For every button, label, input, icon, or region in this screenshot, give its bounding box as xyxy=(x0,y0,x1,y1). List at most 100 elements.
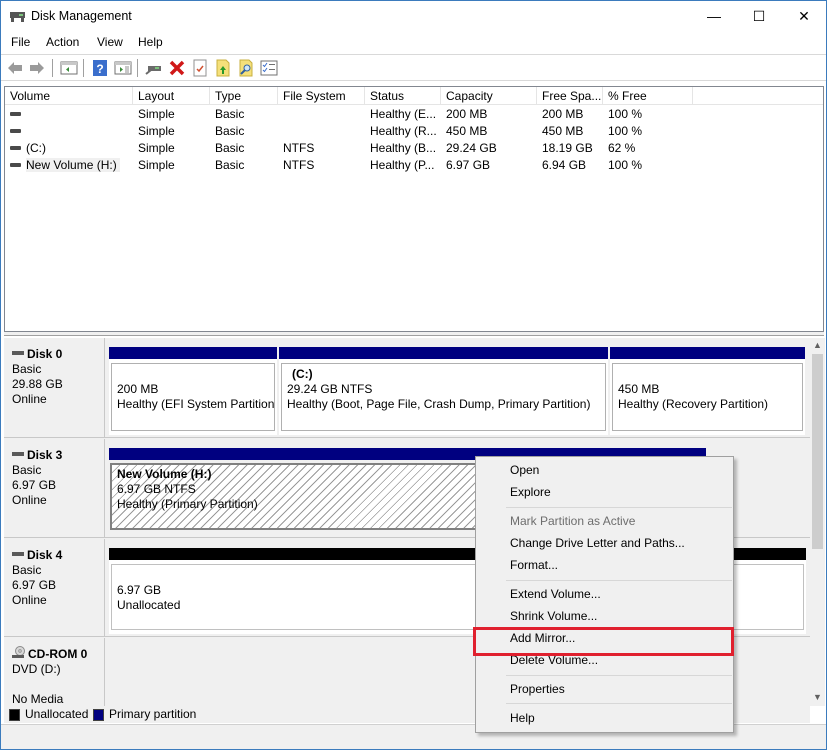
volume-file-system xyxy=(278,123,365,140)
menu-item-shrink-volume[interactable]: Shrink Volume... xyxy=(478,605,731,627)
volume-row[interactable]: Simple Basic Healthy (E... 200 MB 200 MB… xyxy=(5,106,823,123)
volume-percent-free: 100 % xyxy=(608,107,643,121)
menu-bar: File Action View Help xyxy=(1,32,826,53)
legend-label-unallocated: Unallocated xyxy=(25,707,89,721)
partition-status: Healthy (Boot, Page File, Crash Dump, Pr… xyxy=(287,397,591,411)
menu-item-change-drive-letter[interactable]: Change Drive Letter and Paths... xyxy=(478,532,731,554)
column-header-layout[interactable]: Layout xyxy=(133,87,210,105)
menu-item-explore[interactable]: Explore xyxy=(478,481,731,503)
menu-file[interactable]: File xyxy=(11,35,30,49)
disk-state: Online xyxy=(12,493,47,507)
column-header-type[interactable]: Type xyxy=(210,87,278,105)
volume-icon xyxy=(10,162,21,167)
partition-efi[interactable]: 200 MB Healthy (EFI System Partition) xyxy=(109,347,277,435)
menu-view[interactable]: View xyxy=(97,35,123,49)
scrollbar-thumb[interactable] xyxy=(812,354,823,549)
volume-status: Healthy (B... xyxy=(370,141,437,155)
maximize-button[interactable]: ☐ xyxy=(736,1,782,32)
volume-list: Volume Layout Type File System Status Ca… xyxy=(4,86,824,332)
help-icon[interactable]: ? xyxy=(91,59,109,77)
column-header-capacity[interactable]: Capacity xyxy=(441,87,537,105)
pane-splitter[interactable] xyxy=(4,332,824,336)
context-menu: Open Explore Mark Partition as Active Ch… xyxy=(475,456,734,733)
forward-icon[interactable] xyxy=(28,59,46,77)
search-icon[interactable] xyxy=(237,59,255,77)
column-header-empty xyxy=(693,87,823,105)
disk-size: 6.97 GB xyxy=(12,478,57,492)
connect-icon[interactable] xyxy=(145,59,163,77)
volume-free-space: 6.94 GB xyxy=(542,158,587,172)
disk-row-disk-0: Disk 0 Basic 29.88 GB Online 200 MB Heal… xyxy=(4,338,810,438)
menu-help[interactable]: Help xyxy=(138,35,163,49)
menu-item-mark-partition-active: Mark Partition as Active xyxy=(510,514,636,528)
disk-label[interactable]: Disk 0 Basic 29.88 GB Online xyxy=(4,338,105,437)
disk-icon xyxy=(12,452,24,457)
column-header-status[interactable]: Status xyxy=(365,87,441,105)
volume-percent-free: 100 % xyxy=(608,124,643,138)
scroll-up-arrow[interactable]: ▲ xyxy=(810,338,825,353)
disk-icon xyxy=(12,552,24,557)
menu-item-open[interactable]: Open xyxy=(478,459,731,481)
minimize-button[interactable]: — xyxy=(691,1,737,32)
disk-label[interactable]: CD-ROM 0 DVD (D:) No Media xyxy=(4,638,105,706)
menu-separator xyxy=(506,580,732,581)
volume-free-space: 18.19 GB xyxy=(542,141,593,155)
partition-status: Healthy (EFI System Partition) xyxy=(117,397,275,411)
volume-icon xyxy=(10,111,21,116)
show-hide-action-pane-icon[interactable] xyxy=(114,59,132,77)
volume-row[interactable]: New Volume (H:) Simple Basic NTFS Health… xyxy=(5,157,823,174)
close-button[interactable]: ✕ xyxy=(781,1,827,32)
volume-capacity: 450 MB xyxy=(446,124,488,138)
disk-label[interactable]: Disk 4 Basic 6.97 GB Online xyxy=(4,539,105,636)
volume-row[interactable]: Simple Basic Healthy (R... 450 MB 450 MB… xyxy=(5,123,823,140)
partition-recovery[interactable]: 450 MB Healthy (Recovery Partition) xyxy=(610,347,805,435)
disk-management-app-icon xyxy=(10,12,25,22)
scroll-down-arrow[interactable]: ▼ xyxy=(810,690,825,705)
properties-icon[interactable] xyxy=(191,59,209,77)
volume-percent-free: 62 % xyxy=(608,141,636,155)
volume-type: Basic xyxy=(215,107,245,121)
disk-state: No Media xyxy=(12,692,64,706)
volume-layout: Simple xyxy=(138,141,175,155)
column-header-file-system[interactable]: File System xyxy=(278,87,365,105)
menu-item-properties[interactable]: Properties xyxy=(478,678,731,700)
svg-text:?: ? xyxy=(96,62,103,76)
volume-file-system: NTFS xyxy=(283,141,315,155)
disk-pane-scrollbar[interactable]: ▲ ▼ xyxy=(810,338,825,706)
disk-label[interactable]: Disk 3 Basic 6.97 GB Online xyxy=(4,439,105,537)
cd-rom-icon xyxy=(12,646,25,659)
column-header-percent-free[interactable]: % Free xyxy=(603,87,693,105)
legend-swatch-unallocated xyxy=(9,709,20,721)
disk-name: Disk 0 xyxy=(27,347,63,361)
partition-status: Healthy (Recovery Partition) xyxy=(618,397,769,411)
menu-separator xyxy=(506,507,732,508)
volume-free-space: 200 MB xyxy=(542,107,584,121)
menu-action[interactable]: Action xyxy=(46,35,79,49)
checklist-icon[interactable] xyxy=(260,59,278,77)
disk-state: Online xyxy=(12,593,47,607)
partition-size: 29.24 GB NTFS xyxy=(287,382,373,396)
import-icon[interactable] xyxy=(214,59,232,77)
volume-type: Basic xyxy=(215,141,245,155)
menu-separator xyxy=(506,675,732,676)
partition-size: 450 MB xyxy=(618,382,660,396)
partition-size: 200 MB xyxy=(117,382,159,396)
volume-free-space: 450 MB xyxy=(542,124,584,138)
show-hide-console-tree-icon[interactable] xyxy=(60,59,78,77)
volume-row[interactable]: (C:) Simple Basic NTFS Healthy (B... 29.… xyxy=(5,140,823,157)
menu-item-format[interactable]: Format... xyxy=(478,554,731,576)
disk-state: Online xyxy=(12,392,47,406)
delete-icon[interactable] xyxy=(168,59,186,77)
disk-size: 29.88 GB xyxy=(12,377,63,391)
legend-label-primary-partition: Primary partition xyxy=(109,707,197,721)
menu-item-help[interactable]: Help xyxy=(478,707,731,729)
column-header-free-space[interactable]: Free Spa... xyxy=(537,87,603,105)
back-icon[interactable] xyxy=(6,59,24,77)
partition-c[interactable]: (C:) 29.24 GB NTFS Healthy (Boot, Page F… xyxy=(279,347,608,435)
menu-item-extend-volume[interactable]: Extend Volume... xyxy=(478,583,731,605)
volume-status: Healthy (P... xyxy=(370,158,435,172)
column-header-volume[interactable]: Volume xyxy=(5,87,133,105)
disk-name: Disk 3 xyxy=(27,448,63,462)
volume-file-system xyxy=(278,106,365,123)
disk-kind: DVD (D:) xyxy=(12,662,61,676)
